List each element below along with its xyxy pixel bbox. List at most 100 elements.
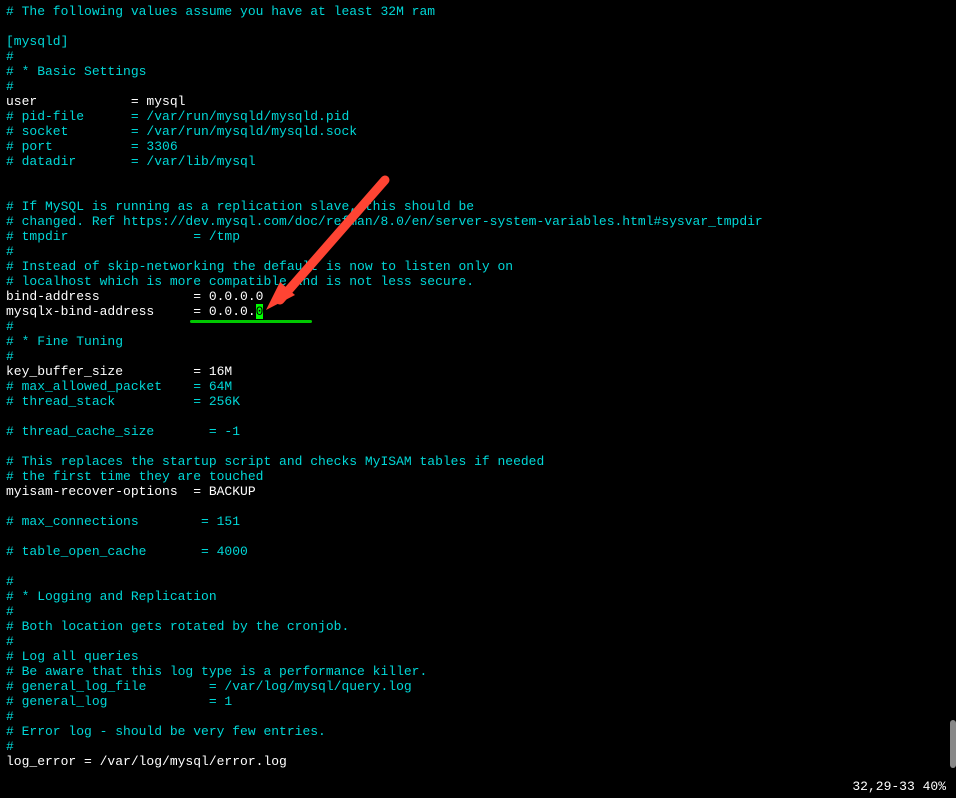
config-line: key_buffer_size = 16M: [6, 364, 232, 379]
comment-text: # thread_cache_size = -1: [6, 424, 240, 439]
comment-text: # * Fine Tuning: [6, 334, 123, 349]
config-line: log_error = /var/log/mysql/error.log: [6, 754, 287, 769]
scroll-percent: 40%: [923, 779, 946, 794]
config-line: mysqlx-bind-address = 0.0.0.: [6, 304, 256, 319]
config-line: bind-address = 0.0.0.0: [6, 289, 263, 304]
comment-text: # the first time they are touched: [6, 469, 263, 484]
editor-line[interactable]: # Error log - should be very few entries…: [6, 724, 950, 739]
editor-line[interactable]: [6, 529, 950, 544]
editor-line[interactable]: #: [6, 244, 950, 259]
editor-line[interactable]: #: [6, 604, 950, 619]
comment-text: # Be aware that this log type is a perfo…: [6, 664, 427, 679]
editor-line[interactable]: # This replaces the startup script and c…: [6, 454, 950, 469]
editor-line[interactable]: key_buffer_size = 16M: [6, 364, 950, 379]
editor-line[interactable]: # * Fine Tuning: [6, 334, 950, 349]
editor-line[interactable]: [6, 439, 950, 454]
editor-line[interactable]: # * Logging and Replication: [6, 589, 950, 604]
editor-line[interactable]: # Instead of skip-networking the default…: [6, 259, 950, 274]
comment-text: # changed. Ref https://dev.mysql.com/doc…: [6, 214, 763, 229]
editor-line[interactable]: #: [6, 79, 950, 94]
comment-text: #: [6, 49, 14, 64]
text-cursor: 0: [256, 304, 264, 319]
editor-line[interactable]: # thread_cache_size = -1: [6, 424, 950, 439]
scrollbar-track[interactable]: [948, 0, 956, 798]
editor-line[interactable]: #: [6, 574, 950, 589]
editor-line[interactable]: # general_log_file = /var/log/mysql/quer…: [6, 679, 950, 694]
editor-line[interactable]: # max_connections = 151: [6, 514, 950, 529]
editor-line[interactable]: # changed. Ref https://dev.mysql.com/doc…: [6, 214, 950, 229]
editor-line[interactable]: [mysqld]: [6, 34, 950, 49]
editor-line[interactable]: #: [6, 49, 950, 64]
comment-text: # general_log = 1: [6, 694, 232, 709]
comment-text: # localhost which is more compatible and…: [6, 274, 474, 289]
editor-line[interactable]: mysqlx-bind-address = 0.0.0.0: [6, 304, 950, 319]
comment-text: # The following values assume you have a…: [6, 4, 435, 19]
editor-line[interactable]: # If MySQL is running as a replication s…: [6, 199, 950, 214]
editor-line[interactable]: bind-address = 0.0.0.0: [6, 289, 950, 304]
editor-line[interactable]: # tmpdir = /tmp: [6, 229, 950, 244]
editor-line[interactable]: #: [6, 634, 950, 649]
editor-line[interactable]: # Log all queries: [6, 649, 950, 664]
editor-line[interactable]: # table_open_cache = 4000: [6, 544, 950, 559]
editor-line[interactable]: # pid-file = /var/run/mysqld/mysqld.pid: [6, 109, 950, 124]
comment-text: #: [6, 244, 14, 259]
comment-text: # port = 3306: [6, 139, 178, 154]
underline-annotation: [190, 320, 312, 323]
editor-line[interactable]: [6, 559, 950, 574]
comment-text: # datadir = /var/lib/mysql: [6, 154, 256, 169]
editor-line[interactable]: #: [6, 739, 950, 754]
editor-line[interactable]: [6, 169, 950, 184]
editor-line[interactable]: # max_allowed_packet = 64M: [6, 379, 950, 394]
comment-text: # This replaces the startup script and c…: [6, 454, 544, 469]
editor-line[interactable]: # the first time they are touched: [6, 469, 950, 484]
comment-text: #: [6, 739, 14, 754]
scrollbar-thumb[interactable]: [950, 720, 956, 768]
editor-line[interactable]: user = mysql: [6, 94, 950, 109]
comment-text: # pid-file = /var/run/mysqld/mysqld.pid: [6, 109, 349, 124]
editor-line[interactable]: # Both location gets rotated by the cron…: [6, 619, 950, 634]
editor-line[interactable]: # datadir = /var/lib/mysql: [6, 154, 950, 169]
editor-line[interactable]: log_error = /var/log/mysql/error.log: [6, 754, 950, 769]
comment-text: # tmpdir = /tmp: [6, 229, 240, 244]
comment-text: # socket = /var/run/mysqld/mysqld.sock: [6, 124, 357, 139]
comment-text: #: [6, 634, 14, 649]
editor-line[interactable]: #: [6, 319, 950, 334]
editor-line[interactable]: # localhost which is more compatible and…: [6, 274, 950, 289]
editor-line[interactable]: [6, 499, 950, 514]
editor-line[interactable]: [6, 409, 950, 424]
editor-line[interactable]: #: [6, 709, 950, 724]
config-line: myisam-recover-options = BACKUP: [6, 484, 256, 499]
comment-text: #: [6, 349, 14, 364]
editor-line[interactable]: # The following values assume you have a…: [6, 4, 950, 19]
vim-status-bar: 32,29-33 40%: [852, 779, 946, 794]
comment-text: # * Logging and Replication: [6, 589, 217, 604]
editor-line[interactable]: # socket = /var/run/mysqld/mysqld.sock: [6, 124, 950, 139]
editor-line[interactable]: # thread_stack = 256K: [6, 394, 950, 409]
comment-text: #: [6, 319, 14, 334]
editor-line[interactable]: myisam-recover-options = BACKUP: [6, 484, 950, 499]
comment-text: # max_connections = 151: [6, 514, 240, 529]
config-line: user = mysql: [6, 94, 185, 109]
comment-text: # Error log - should be very few entries…: [6, 724, 326, 739]
editor-line[interactable]: #: [6, 349, 950, 364]
comment-text: # thread_stack = 256K: [6, 394, 240, 409]
comment-text: # If MySQL is running as a replication s…: [6, 199, 474, 214]
editor-line[interactable]: # general_log = 1: [6, 694, 950, 709]
editor-line[interactable]: # port = 3306: [6, 139, 950, 154]
comment-text: #: [6, 574, 14, 589]
comment-text: # Log all queries: [6, 649, 139, 664]
terminal-editor[interactable]: # The following values assume you have a…: [6, 4, 950, 769]
editor-line[interactable]: # * Basic Settings: [6, 64, 950, 79]
editor-line[interactable]: [6, 184, 950, 199]
editor-line[interactable]: [6, 19, 950, 34]
comment-text: # Both location gets rotated by the cron…: [6, 619, 349, 634]
comment-text: # max_allowed_packet = 64M: [6, 379, 232, 394]
comment-text: # * Basic Settings: [6, 64, 146, 79]
comment-text: #: [6, 709, 14, 724]
comment-text: # general_log_file = /var/log/mysql/quer…: [6, 679, 412, 694]
editor-line[interactable]: # Be aware that this log type is a perfo…: [6, 664, 950, 679]
comment-text: #: [6, 604, 14, 619]
comment-text: # table_open_cache = 4000: [6, 544, 248, 559]
section-header: [mysqld]: [6, 34, 68, 49]
comment-text: #: [6, 79, 14, 94]
